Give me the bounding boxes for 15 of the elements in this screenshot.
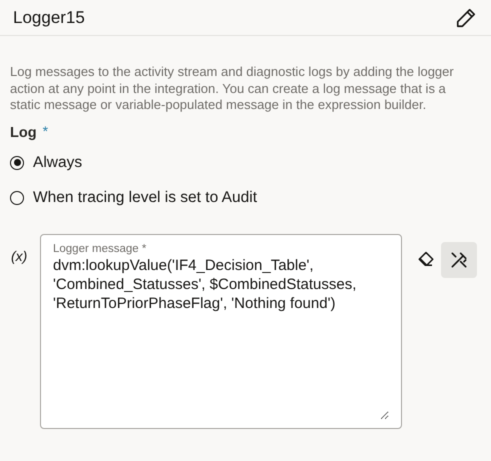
floating-label: Logger message * (53, 242, 148, 254)
radio-icon[interactable] (10, 156, 24, 170)
tools-button[interactable] (441, 242, 477, 278)
radio-option[interactable]: When tracing level is set to Audit (10, 184, 481, 210)
tools-icon (449, 250, 469, 270)
logger-message-field[interactable]: Logger message * dvm:lookupValue('IF4_Decision_Table', 'Combined_Statusses', $CombinedStatusses, 'ReturnToPriorPhaseFlag', 'Nothing found') (40, 234, 402, 428)
eraser-icon (417, 250, 435, 268)
log-label: Log (10, 124, 37, 140)
pencil-icon (455, 6, 477, 28)
radio-icon[interactable] (10, 190, 24, 204)
variable-toggle[interactable]: (x) (10, 234, 40, 264)
panel-title: Logger15 (13, 8, 85, 28)
description-text: Log messages to the activity stream and diagnostic logs by adding the logger action at any point in the integration. You can create a log message that is a static message or variable-populated message in the expression builder. (10, 64, 455, 114)
required-mark: * (42, 124, 48, 136)
radio-option[interactable]: Always (10, 150, 481, 176)
